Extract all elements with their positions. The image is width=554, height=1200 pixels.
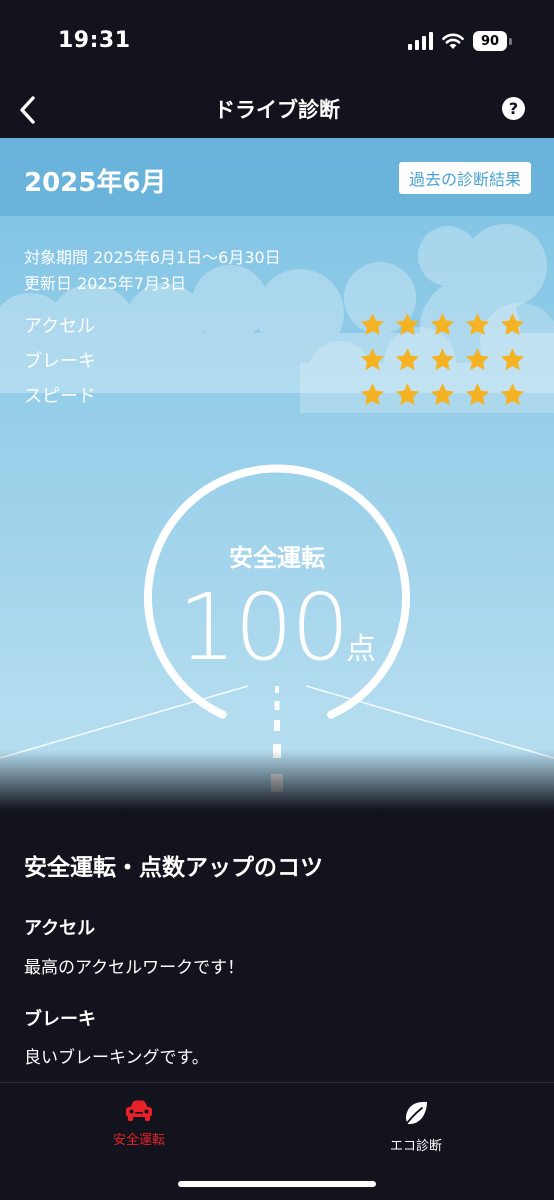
wifi-icon — [442, 33, 464, 49]
score-value: 100 — [178, 574, 350, 681]
nav-bar: ドライブ診断 ? — [0, 84, 554, 138]
help-label: ? — [508, 99, 519, 118]
question-circle-icon[interactable]: ? — [502, 97, 525, 120]
score-caption: 安全運転 — [229, 544, 325, 572]
tips-section: 安全運転・点数アップのコツ アクセル 最高のアクセルワークです！ ブレーキ 良い… — [0, 810, 554, 1082]
page-title: ドライブ診断 — [214, 98, 340, 122]
tip-heading-accel: アクセル — [24, 918, 96, 939]
signal-icon — [408, 32, 433, 50]
tip-heading-brake: ブレーキ — [24, 1009, 96, 1030]
battery-level: 90 — [473, 31, 507, 51]
home-indicator — [178, 1181, 376, 1187]
tab-label-safe-driving: 安全運転 — [112, 1133, 165, 1148]
score-unit: 点 — [346, 632, 376, 667]
tab-eco[interactable]: エコ診断 — [336, 1099, 496, 1154]
status-icons: 90 — [408, 30, 512, 52]
status-bar: 19:31 90 — [0, 0, 554, 84]
tab-safe-driving[interactable]: 安全運転 — [59, 1099, 219, 1148]
tab-label-eco: エコ診断 — [389, 1139, 442, 1154]
status-time: 19:31 — [58, 28, 131, 53]
screen: 19:31 90 ドライブ診断 ? 2025年6月 過去の診断結果 対象期間 2… — [0, 0, 554, 1200]
car-icon — [126, 1100, 152, 1121]
tip-text-brake: 良いブレーキングです。 — [24, 1048, 209, 1068]
score-hero: 2025年6月 過去の診断結果 対象期間 2025年6月1日〜6月30日 更新日… — [0, 138, 554, 810]
score-gauge — [144, 464, 410, 719]
battery-icon: 90 — [473, 31, 512, 51]
leaf-icon — [403, 1101, 427, 1128]
tips-title: 安全運転・点数アップのコツ — [24, 855, 323, 881]
tip-text-accel: 最高のアクセルワークです！ — [24, 958, 245, 978]
hero-fade — [0, 750, 554, 810]
